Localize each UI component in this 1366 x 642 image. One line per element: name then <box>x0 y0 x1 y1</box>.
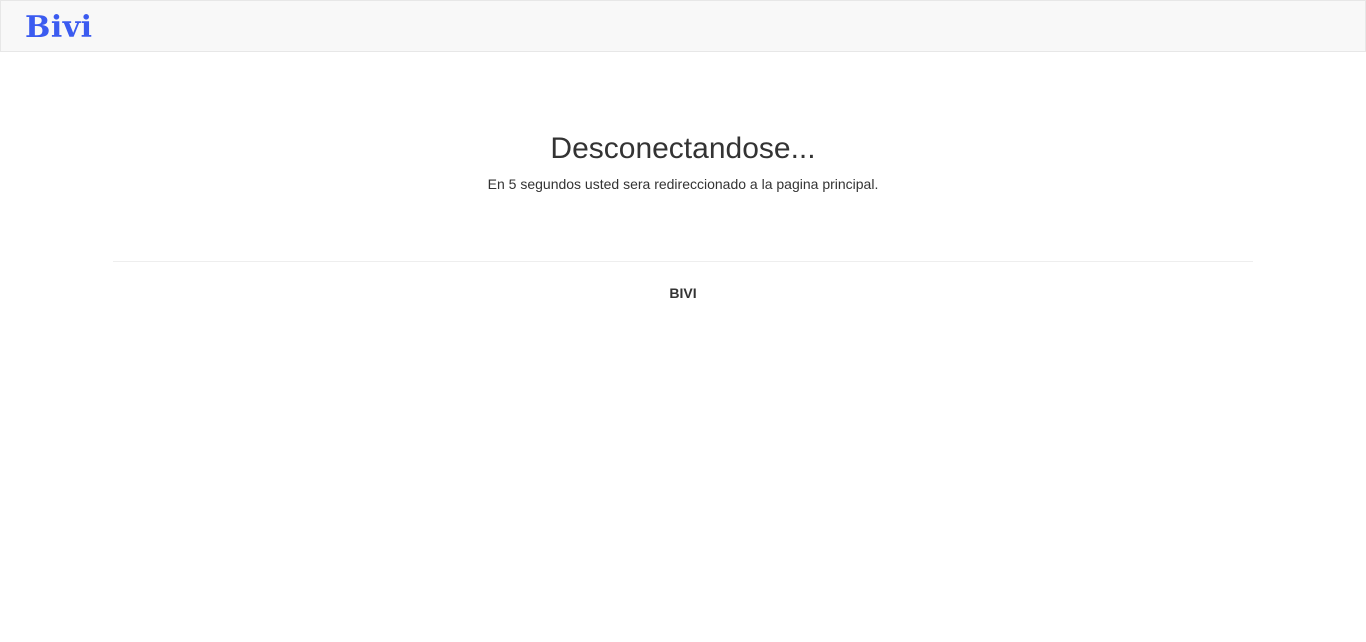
brand-logo-link[interactable]: Bivi <box>25 8 93 48</box>
top-navbar: Bivi <box>0 0 1366 52</box>
footer-divider <box>113 261 1253 262</box>
footer-brand-text: BIVI <box>669 285 697 301</box>
page-title: Desconectandose... <box>550 132 816 165</box>
redirect-message: En 5 segundos usted sera redireccionado … <box>487 176 879 192</box>
